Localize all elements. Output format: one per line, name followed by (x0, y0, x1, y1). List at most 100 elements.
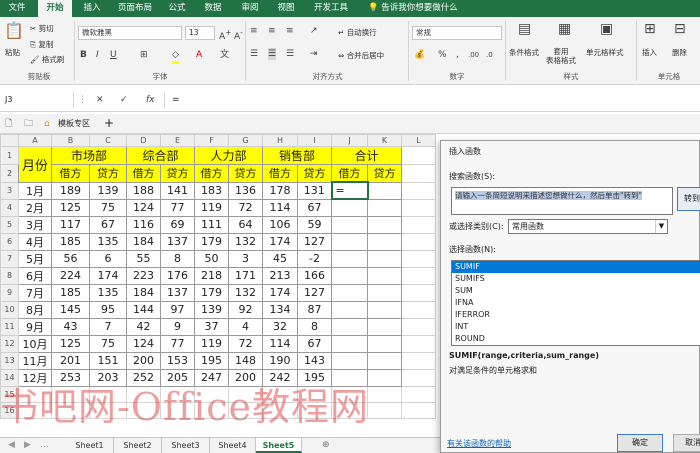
add-tab-button[interactable]: + (104, 116, 114, 130)
value-cell[interactable]: 189 (51, 181, 90, 200)
insert-cells-icon[interactable]: ⊞ (644, 22, 656, 36)
total-cell[interactable] (367, 198, 402, 217)
wrap-text-button[interactable]: ↵ 自动换行 (338, 27, 377, 38)
value-cell[interactable]: 6 (89, 249, 127, 268)
value-cell[interactable]: 141 (160, 181, 195, 200)
row-header[interactable]: 13 (0, 351, 19, 370)
table-cell[interactable] (401, 368, 436, 387)
currency-icon[interactable]: 💰 (414, 49, 425, 61)
dept-header-cell[interactable]: 销售部 (262, 146, 332, 165)
table-cell[interactable] (401, 266, 436, 285)
value-cell[interactable]: 151 (89, 351, 127, 370)
value-cell[interactable]: 50 (194, 249, 229, 268)
function-list-item[interactable]: ROUND (452, 333, 700, 345)
table-cell[interactable] (89, 401, 127, 419)
percent-icon[interactable]: % (438, 49, 447, 61)
total-cell[interactable] (331, 334, 368, 353)
month-cell[interactable]: 5月 (18, 249, 52, 268)
table-cell[interactable] (401, 351, 436, 370)
ribbon-tab[interactable]: 审阅 (234, 0, 266, 17)
value-cell[interactable]: 125 (51, 198, 90, 217)
row-header[interactable]: 9 (0, 283, 19, 302)
add-sheet-icon[interactable]: ⊕ (322, 439, 330, 451)
value-cell[interactable]: 75 (89, 198, 127, 217)
value-cell[interactable]: 127 (297, 232, 332, 251)
value-cell[interactable]: 114 (262, 198, 298, 217)
dept-header-cell[interactable]: 合计 (331, 146, 402, 165)
value-cell[interactable]: 77 (160, 198, 195, 217)
value-cell[interactable]: 190 (262, 351, 298, 370)
table-cell[interactable] (401, 198, 436, 217)
ribbon-tab[interactable]: 开发工具 (306, 0, 356, 17)
value-cell[interactable]: 119 (194, 198, 229, 217)
total-cell[interactable] (331, 249, 368, 268)
value-cell[interactable]: 92 (228, 300, 263, 319)
row-header[interactable]: 7 (0, 249, 19, 268)
value-cell[interactable]: 252 (126, 368, 161, 387)
italic-button[interactable]: I (96, 49, 99, 61)
value-cell[interactable]: 114 (262, 334, 298, 353)
table-cell[interactable] (160, 385, 195, 403)
align-bottom-icon[interactable]: ≡ (286, 25, 294, 37)
column-header[interactable]: B (51, 134, 90, 147)
name-box[interactable]: J3 (2, 92, 74, 108)
ribbon-tab[interactable]: 数据 (196, 0, 230, 17)
value-cell[interactable]: 200 (228, 368, 263, 387)
value-cell[interactable]: 195 (194, 351, 229, 370)
sub-header-cell[interactable]: 借方 (126, 164, 161, 183)
cut-button[interactable]: ✂ 剪切 (30, 23, 54, 34)
value-cell[interactable]: 106 (262, 215, 298, 234)
total-cell[interactable] (367, 351, 402, 370)
row-header[interactable]: 6 (0, 232, 19, 251)
month-cell[interactable]: 10月 (18, 334, 52, 353)
column-header[interactable]: C (89, 134, 127, 147)
value-cell[interactable]: 117 (51, 215, 90, 234)
sub-header-cell[interactable]: 借方 (262, 164, 298, 183)
sub-header-cell[interactable]: 贷方 (89, 164, 127, 183)
total-cell[interactable] (367, 334, 402, 353)
sheet-tab[interactable]: Sheet2 (114, 438, 162, 453)
value-cell[interactable]: 136 (228, 181, 263, 200)
table-cell[interactable] (297, 401, 332, 419)
value-cell[interactable]: 72 (228, 198, 263, 217)
ribbon-tab[interactable]: 公式 (162, 0, 192, 17)
grow-font-icon[interactable]: A+ (219, 27, 231, 43)
table-cell[interactable] (18, 385, 52, 403)
table-cell[interactable] (401, 181, 436, 200)
table-cell[interactable] (194, 385, 229, 403)
formula-input[interactable]: = (172, 92, 180, 108)
value-cell[interactable]: 131 (297, 181, 332, 200)
value-cell[interactable]: 8 (160, 249, 195, 268)
total-cell[interactable] (331, 351, 368, 370)
month-cell[interactable]: 4月 (18, 232, 52, 251)
align-middle-icon[interactable]: ≡ (268, 25, 276, 37)
value-cell[interactable]: 178 (262, 181, 298, 200)
underline-button[interactable]: U (110, 49, 117, 61)
shrink-font-icon[interactable]: A- (234, 27, 243, 43)
ok-button[interactable]: 确定 (617, 434, 663, 452)
total-cell[interactable] (367, 232, 402, 251)
value-cell[interactable]: 253 (51, 368, 90, 387)
value-cell[interactable]: 7 (89, 317, 127, 336)
insert-function-icon[interactable]: fx (146, 94, 155, 106)
table-cell[interactable] (18, 401, 52, 419)
row-header[interactable]: 8 (0, 266, 19, 285)
value-cell[interactable]: 127 (297, 283, 332, 302)
sheet-tab[interactable]: Sheet4 (210, 438, 256, 453)
table-cell[interactable] (126, 385, 161, 403)
value-cell[interactable]: 171 (228, 266, 263, 285)
row-header[interactable]: 3 (0, 181, 19, 200)
sub-header-cell[interactable]: 贷方 (297, 164, 332, 183)
cell-styles-button[interactable]: 单元格样式 (586, 47, 624, 58)
table-cell[interactable] (401, 385, 436, 403)
value-cell[interactable]: 67 (297, 334, 332, 353)
delete-cells-icon[interactable]: ⊟ (674, 22, 686, 36)
value-cell[interactable]: 144 (126, 300, 161, 319)
value-cell[interactable]: 75 (89, 334, 127, 353)
table-cell[interactable] (401, 317, 436, 336)
total-cell[interactable] (331, 215, 368, 234)
total-cell[interactable] (367, 266, 402, 285)
total-cell[interactable] (331, 232, 368, 251)
ribbon-tab[interactable]: 文件 (0, 0, 34, 17)
value-cell[interactable]: 32 (262, 317, 298, 336)
